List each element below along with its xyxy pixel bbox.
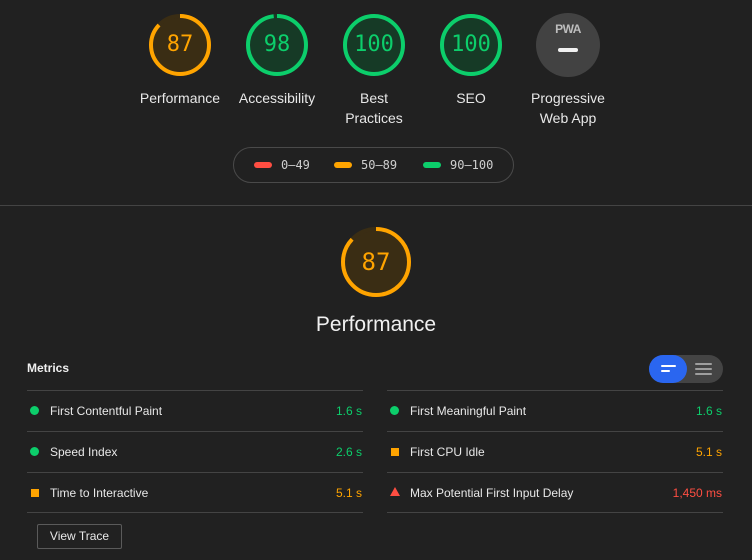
metric-value: 1.6 s: [695, 404, 722, 418]
category-gauges: 87 Performance 98 Accessibility 100 Best…: [0, 0, 752, 205]
metric-name: Max Potential First Input Delay: [410, 486, 574, 500]
gauge-label-line: Web App: [539, 110, 597, 126]
metric-value: 5.1 s: [335, 486, 362, 500]
legend-red-dot-icon: [254, 162, 272, 168]
gauge-label: SEO: [456, 90, 486, 106]
gauge-performance[interactable]: 87 Performance: [125, 10, 235, 108]
metric-row: Time to Interactive 5.1 s: [27, 472, 363, 513]
metric-value: 5.1 s: [695, 445, 722, 459]
pass-circle-icon: [390, 406, 399, 415]
view-trace-button[interactable]: View Trace: [37, 524, 122, 549]
metrics-view-toggle[interactable]: [649, 355, 723, 383]
metric-row: Max Potential First Input Delay 1,450 ms: [387, 472, 723, 513]
gauge-label-line: Progressive: [531, 90, 605, 106]
gauge-accessibility[interactable]: 98 Accessibility: [222, 10, 332, 108]
metric-row: Speed Index 2.6 s: [27, 431, 363, 472]
gauge-label-line: Best: [359, 90, 388, 106]
gauge-label: Accessibility: [238, 90, 316, 106]
average-square-icon: [31, 489, 39, 497]
gauge-score: 87: [361, 248, 391, 276]
compact-view-button[interactable]: [649, 355, 687, 383]
metric-value: 1.6 s: [335, 404, 362, 418]
metric-row: First Contentful Paint 1.6 s: [27, 390, 363, 431]
gauge-label: Best Practices: [319, 88, 429, 128]
pass-circle-icon: [30, 447, 39, 456]
legend-orange-dot-icon: [334, 162, 352, 168]
fail-triangle-icon: [390, 487, 400, 496]
metric-name: Time to Interactive: [50, 486, 149, 500]
section-divider: [0, 205, 752, 206]
metric-name: First CPU Idle: [410, 445, 485, 459]
compact-list-icon: [661, 365, 676, 367]
gauge-score: 100: [451, 32, 491, 57]
legend-item-pass: 90–100: [423, 158, 493, 172]
legend-range: 0–49: [281, 158, 310, 172]
compact-list-icon-line: [661, 370, 670, 372]
metric-name: Speed Index: [50, 445, 118, 459]
metric-name: First Contentful Paint: [50, 404, 163, 418]
performance-score-gauge: 87: [322, 225, 430, 299]
gauge-pwa[interactable]: PWA Progressive Web App: [513, 10, 623, 128]
gauge-ring: 100: [436, 10, 506, 80]
gauge-seo[interactable]: 100 SEO: [416, 10, 526, 108]
gauge-label: Progressive Web App: [513, 88, 623, 128]
metric-row: First Meaningful Paint 1.6 s: [387, 390, 723, 431]
metric-value: 2.6 s: [335, 445, 362, 459]
gauge-label-line: Practices: [345, 110, 403, 126]
gauge-label: Performance: [139, 90, 221, 106]
pwa-badge-text: PWA: [555, 22, 581, 36]
gauge-ring: 87: [145, 10, 215, 80]
performance-title: Performance: [315, 313, 437, 336]
average-square-icon: [391, 448, 399, 456]
legend-item-fail: 0–49: [254, 158, 310, 172]
expanded-list-icon-line: [695, 368, 712, 370]
metrics-heading: Metrics: [27, 361, 70, 375]
pass-circle-icon: [30, 406, 39, 415]
legend-range: 90–100: [450, 158, 494, 172]
metric-value: 1,450 ms: [672, 486, 722, 500]
pwa-badge: PWA: [536, 13, 600, 77]
legend-range: 50–89: [361, 158, 398, 172]
legend-item-average: 50–89: [334, 158, 397, 172]
pwa-dash-icon: [558, 48, 578, 52]
gauge-score: 100: [354, 32, 394, 57]
gauge-ring: 98: [242, 10, 312, 80]
gauge-score: 98: [263, 32, 291, 57]
expanded-list-icon-line: [695, 373, 712, 375]
score-scale-legend: 0–49 50–89 90–100: [233, 147, 514, 183]
gauge-ring: 100: [339, 10, 409, 80]
expanded-list-icon: [695, 363, 712, 365]
metric-row: First CPU Idle 5.1 s: [387, 431, 723, 472]
gauge-best-practices[interactable]: 100 Best Practices: [319, 10, 429, 128]
gauge-score: 87: [166, 32, 194, 57]
expanded-view-button[interactable]: [687, 355, 723, 383]
legend-green-dot-icon: [423, 162, 441, 168]
gauge-ring: 87: [339, 225, 413, 299]
metric-name: First Meaningful Paint: [410, 404, 527, 418]
